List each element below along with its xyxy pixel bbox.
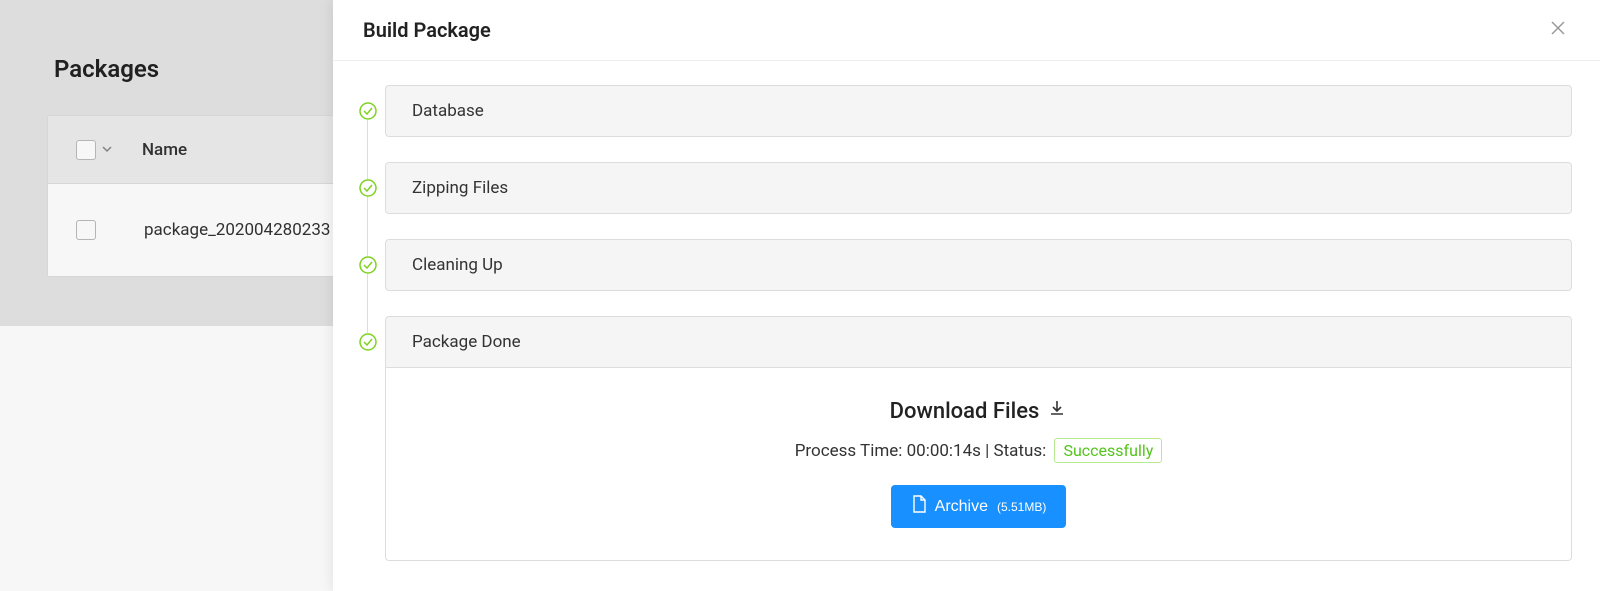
step-panel[interactable]: Cleaning Up — [385, 239, 1572, 291]
close-icon — [1550, 20, 1566, 36]
step-panel[interactable]: Database — [385, 85, 1572, 137]
drawer-title: Build Package — [363, 18, 491, 42]
check-circle-icon — [359, 102, 377, 120]
step-done: Package Done — [359, 316, 1572, 368]
check-circle-icon — [359, 256, 377, 274]
step-label: Cleaning Up — [412, 255, 503, 275]
archive-button[interactable]: Archive (5.51MB) — [891, 485, 1067, 528]
step-cleaning: Cleaning Up — [359, 239, 1572, 291]
process-time-label: Process Time: — [795, 441, 903, 461]
step-panel[interactable]: Zipping Files — [385, 162, 1572, 214]
step-zipping: Zipping Files — [359, 162, 1572, 214]
archive-label: Archive — [935, 498, 988, 516]
archive-size: (5.51MB) — [997, 500, 1046, 514]
step-label: Package Done — [412, 332, 521, 352]
download-icon — [1047, 398, 1067, 424]
build-steps: Database Zipping Files Cleaning Up — [359, 85, 1572, 561]
process-time-value: 00:00:14s — [907, 441, 981, 461]
status-badge: Successfully — [1054, 438, 1162, 463]
status-label: Status: — [994, 441, 1047, 461]
step-database: Database — [359, 85, 1572, 137]
drawer-header: Build Package — [333, 0, 1600, 61]
check-circle-icon — [359, 179, 377, 197]
step-label: Database — [412, 101, 484, 121]
build-package-drawer: Build Package Database Zi — [333, 0, 1600, 591]
file-icon — [911, 495, 927, 518]
download-status-line: Process Time: 00:00:14s | Status: Succes… — [406, 438, 1551, 463]
check-circle-icon — [359, 333, 377, 351]
download-section: Download Files Process Time: 00:00:14s |… — [385, 368, 1572, 561]
close-button[interactable] — [1546, 16, 1570, 45]
step-panel[interactable]: Package Done — [385, 316, 1572, 368]
download-title-text: Download Files — [890, 399, 1040, 424]
step-label: Zipping Files — [412, 178, 508, 198]
download-title: Download Files — [890, 398, 1068, 424]
drawer-body: Database Zipping Files Cleaning Up — [333, 61, 1600, 591]
status-separator: | — [985, 441, 993, 461]
